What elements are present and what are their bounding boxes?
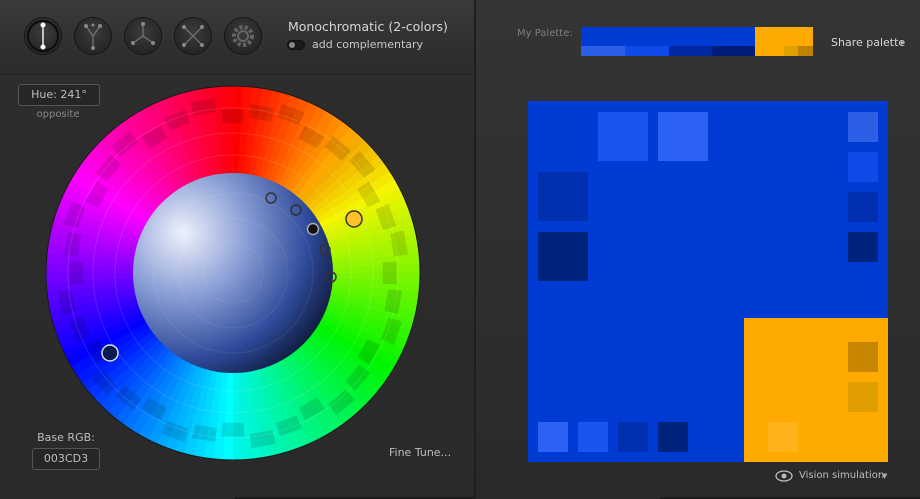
palette-shade: [784, 46, 798, 56]
preview-swatch: [538, 422, 568, 452]
palette-shade: [712, 46, 755, 56]
preview-swatch: [848, 342, 878, 372]
preview-swatch: [618, 422, 648, 452]
preview-swatch: [848, 192, 878, 222]
palette-primary-swatch: [581, 27, 755, 46]
scheme-title: Monochromatic (2-colors): [288, 19, 448, 34]
color-preview: [528, 101, 888, 462]
vision-simulation-button[interactable]: Vision simulation: [799, 470, 884, 481]
chevron-down-icon[interactable]: ▼: [882, 472, 887, 480]
eye-icon[interactable]: [775, 470, 793, 482]
palette-shade: [625, 46, 669, 56]
base-rgb-label: Base RGB:: [37, 431, 95, 444]
preview-swatch: [848, 382, 878, 412]
palette-shade: [669, 46, 712, 56]
palette-secondary-swatch: [755, 27, 813, 46]
share-arrow-icon[interactable]: ▸: [901, 38, 905, 47]
complementary-toggle[interactable]: [287, 40, 305, 50]
complementary-label[interactable]: add complementary: [312, 38, 423, 51]
preview-swatch: [768, 422, 798, 452]
palette-shade: [798, 46, 813, 56]
fine-tune-link[interactable]: Fine Tune...: [389, 446, 451, 459]
preview-swatch: [658, 112, 708, 161]
preview-swatch: [848, 112, 878, 142]
preview-swatch: [848, 232, 878, 262]
base-rgb-field[interactable]: 003CD3: [32, 448, 100, 470]
preview-swatch: [658, 422, 688, 452]
preview-swatch: [578, 422, 608, 452]
toolbar-separator: [0, 74, 474, 75]
palette-shade: [755, 46, 784, 56]
complement-icon[interactable]: [75, 18, 111, 54]
gear-icon[interactable]: [225, 18, 261, 54]
preview-swatch: [598, 112, 648, 161]
palette-shade: [581, 46, 625, 56]
mono-icon[interactable]: [25, 18, 61, 54]
preview-swatch: [848, 152, 878, 182]
preview-swatch: [538, 172, 588, 221]
color-wheel[interactable]: [43, 76, 423, 471]
tetrad-icon[interactable]: [175, 18, 211, 54]
share-palette-button[interactable]: Share palette: [831, 36, 905, 49]
palette-strip[interactable]: [581, 27, 813, 56]
triad-icon[interactable]: [125, 18, 161, 54]
preview-swatch: [538, 232, 588, 281]
brightness-disk[interactable]: [133, 173, 333, 373]
my-palette-label: My Palette:: [517, 28, 573, 39]
